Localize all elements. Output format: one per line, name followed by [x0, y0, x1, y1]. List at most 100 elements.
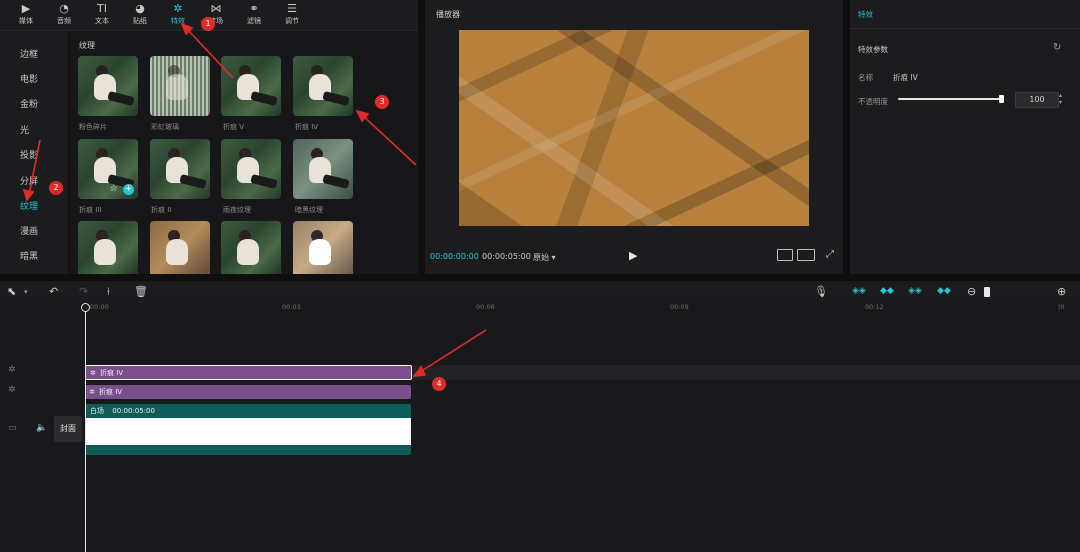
- fit-screen-icon[interactable]: [797, 249, 815, 261]
- toolbar-sticker-label: 贴纸: [133, 17, 147, 25]
- effects-grid-panel: 纹理 粉色碎片 彩虹玻璃 折痕 V 折痕 IV ☆ + 折痕 III 折痕 II…: [69, 31, 418, 274]
- select-tool-icon[interactable]: ⬉: [7, 285, 16, 298]
- redo-icon[interactable]: ↷: [79, 285, 88, 298]
- person-legs: [322, 90, 350, 107]
- video-track-lock-icon[interactable]: ▭: [8, 423, 17, 433]
- effect-category-sidebar: 边框 电影 金粉 光 投影 分屏 纹理 漫画 暗黑: [0, 31, 68, 274]
- ruler-tick: 00:06: [476, 303, 495, 311]
- name-label: 名称: [858, 73, 873, 82]
- effect-thumbnail[interactable]: [221, 139, 281, 199]
- person-body: [94, 239, 116, 265]
- toolbar-media[interactable]: ▶ 媒体: [11, 2, 41, 26]
- adjust-icon: ☰: [287, 2, 297, 15]
- opacity-stepper[interactable]: ▴ ▾: [1059, 92, 1062, 106]
- linkage-icon[interactable]: ◈◈: [908, 286, 922, 296]
- chevron-down-icon[interactable]: ▾: [24, 288, 28, 296]
- effect-thumbnail[interactable]: [78, 221, 138, 274]
- effect-icon: ✲: [90, 369, 96, 377]
- annotation-badge: 3: [375, 95, 389, 109]
- effect-thumbnail[interactable]: [293, 139, 353, 199]
- toolbar-sticker[interactable]: ◕ 贴纸: [125, 2, 155, 26]
- player-title: 播放器: [436, 10, 460, 19]
- person-body: [237, 239, 259, 265]
- add-effect-icon[interactable]: +: [123, 184, 134, 195]
- toolbar-text[interactable]: TI 文本: [87, 2, 117, 26]
- category-item[interactable]: 漫画: [20, 224, 38, 237]
- effect-thumbnail[interactable]: [221, 221, 281, 274]
- category-item[interactable]: 边框: [20, 47, 38, 60]
- effect-label: 折痕 V: [223, 123, 245, 131]
- effect-thumbnail[interactable]: [78, 56, 138, 116]
- category-item[interactable]: 电影: [20, 72, 38, 85]
- toolbar-adjust[interactable]: ☰ 调节: [277, 2, 307, 26]
- person-legs: [250, 90, 278, 107]
- delete-icon[interactable]: 🗑: [134, 285, 148, 298]
- category-item[interactable]: 暗黑: [20, 249, 38, 262]
- person-legs: [322, 173, 350, 190]
- cover-button[interactable]: 封面: [54, 416, 82, 442]
- person-body: [166, 239, 188, 265]
- toolbar-filter[interactable]: ⚭ 滤镜: [239, 2, 269, 26]
- effect-label: 彩虹玻璃: [151, 123, 179, 131]
- category-item[interactable]: 投影: [20, 148, 38, 161]
- split-icon[interactable]: ⟊: [107, 285, 110, 299]
- main-track-link-icon[interactable]: ◈◈: [852, 286, 866, 296]
- toolbar-effects[interactable]: ✲ 特效: [163, 2, 193, 26]
- video-clip-thumbnail: [85, 418, 411, 445]
- tab-effects[interactable]: 特效: [858, 9, 873, 20]
- effect-thumbnail[interactable]: [150, 221, 210, 274]
- ruler-tick: 00:00: [90, 303, 109, 311]
- reset-icon[interactable]: ↻: [1053, 42, 1061, 53]
- effect-thumbnail-selected[interactable]: ☆ +: [78, 139, 138, 199]
- play-button[interactable]: ▶: [629, 249, 637, 262]
- playhead-handle[interactable]: [81, 303, 90, 312]
- filter-icon: ⚭: [249, 2, 259, 15]
- effect-clip-selected[interactable]: ✲ 折痕 IV: [85, 365, 412, 380]
- playhead[interactable]: [85, 309, 86, 552]
- effect-thumbnail[interactable]: [150, 56, 210, 116]
- category-item[interactable]: 分屏: [20, 174, 38, 187]
- effect-thumbnail[interactable]: [293, 56, 353, 116]
- opacity-input[interactable]: 100: [1015, 92, 1059, 108]
- toolbar-adjust-label: 调节: [285, 17, 299, 25]
- category-item-active[interactable]: 纹理: [20, 199, 38, 212]
- waveform-icon[interactable]: [777, 249, 793, 261]
- effect-thumbnail[interactable]: [221, 56, 281, 116]
- preview-axis-icon[interactable]: ◆◆: [937, 286, 951, 296]
- zoom-in-icon[interactable]: ⊕: [1057, 285, 1066, 298]
- annotation-badge: 1: [201, 17, 215, 31]
- ruler-tick: |0: [1058, 303, 1065, 311]
- auto-snap-icon[interactable]: ◆◆: [880, 286, 894, 296]
- annotation-badge: 2: [49, 181, 63, 195]
- category-item[interactable]: 金粉: [20, 97, 38, 110]
- video-clip[interactable]: 白场 00:00:05:00: [85, 404, 411, 455]
- effect-thumbnail[interactable]: [150, 139, 210, 199]
- undo-icon[interactable]: ↶: [49, 285, 58, 298]
- annotation-badge: 4: [432, 377, 446, 391]
- zoom-out-icon[interactable]: ⊖: [967, 285, 976, 298]
- fullscreen-icon[interactable]: ⤢: [826, 249, 834, 260]
- person-body: [309, 239, 331, 265]
- effect-track-icon: ✲: [8, 385, 16, 395]
- ruler-tick: 00:12: [865, 303, 884, 311]
- effect-icon: ✲: [89, 388, 95, 396]
- toolbar-audio[interactable]: ◔ 音频: [49, 2, 79, 26]
- effect-clip[interactable]: ✲ 折痕 IV: [85, 385, 411, 399]
- mute-icon[interactable]: 🔈: [36, 423, 47, 433]
- effect-thumbnail[interactable]: [293, 221, 353, 274]
- opacity-slider[interactable]: [898, 98, 1003, 100]
- toolbar-effects-label: 特效: [171, 17, 185, 25]
- microphone-icon[interactable]: 🎙: [814, 285, 828, 298]
- category-item[interactable]: 光: [20, 123, 29, 136]
- ruler-tick: 00:09: [670, 303, 689, 311]
- track-lane: [412, 365, 1080, 380]
- toolbar-filter-label: 滤镜: [247, 17, 261, 25]
- clip-label: 白场: [90, 407, 104, 415]
- section-title: 特效参数: [858, 45, 888, 54]
- current-timecode: 00:00:00:00: [430, 252, 479, 261]
- zoom-slider-handle[interactable]: [984, 287, 990, 297]
- ratio-dropdown[interactable]: 原始 ▾: [533, 252, 556, 263]
- opacity-slider-handle[interactable]: [999, 95, 1004, 103]
- video-preview[interactable]: [459, 30, 809, 226]
- favorite-star-icon[interactable]: ☆: [108, 184, 119, 195]
